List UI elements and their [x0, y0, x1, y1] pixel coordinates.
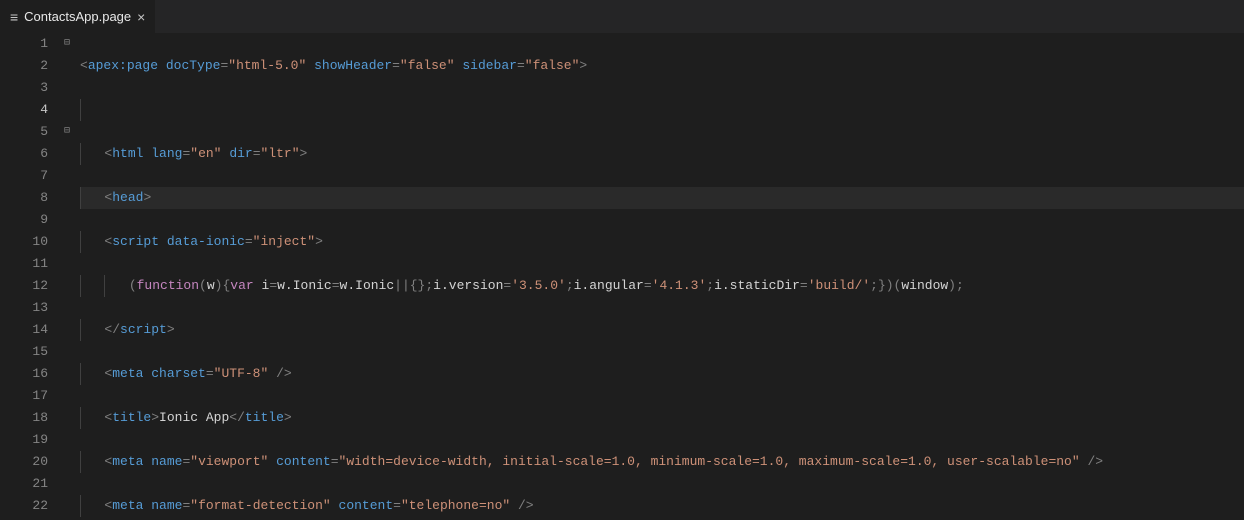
code-area[interactable]: <apex:page docType="html-5.0" showHeader…	[76, 33, 1244, 520]
fold-toggle-icon[interactable]: ⊟	[58, 33, 76, 55]
code-line: <html lang="en" dir="ltr">	[80, 143, 1244, 165]
close-icon[interactable]: ×	[137, 10, 145, 24]
code-line: <apex:page docType="html-5.0" showHeader…	[80, 55, 1244, 77]
fold-toggle-icon[interactable]: ⊟	[58, 121, 76, 143]
code-line: <meta name="format-detection" content="t…	[80, 495, 1244, 517]
code-line: <title>Ionic App</title>	[80, 407, 1244, 429]
line-number-gutter: 1 2 3 4 5 6 7 8 9 10 11 12 13 14 15 16 1…	[0, 33, 58, 520]
code-line: (function(w){var i=w.Ionic=w.Ionic||{};i…	[80, 275, 1244, 297]
code-line: </script>	[80, 319, 1244, 341]
tab-bar: ≡ ContactsApp.page ×	[0, 0, 1244, 33]
file-icon: ≡	[10, 10, 18, 24]
code-line: <head>	[80, 187, 1244, 209]
code-line	[80, 99, 1244, 121]
code-line: <meta charset="UTF-8" />	[80, 363, 1244, 385]
tab-contactsapp[interactable]: ≡ ContactsApp.page ×	[0, 0, 155, 33]
tab-title: ContactsApp.page	[24, 9, 131, 24]
code-line: <meta name="viewport" content="width=dev…	[80, 451, 1244, 473]
code-line: <script data-ionic="inject">	[80, 231, 1244, 253]
fold-gutter: ⊟ ⊟	[58, 33, 76, 520]
code-editor[interactable]: 1 2 3 4 5 6 7 8 9 10 11 12 13 14 15 16 1…	[0, 33, 1244, 520]
